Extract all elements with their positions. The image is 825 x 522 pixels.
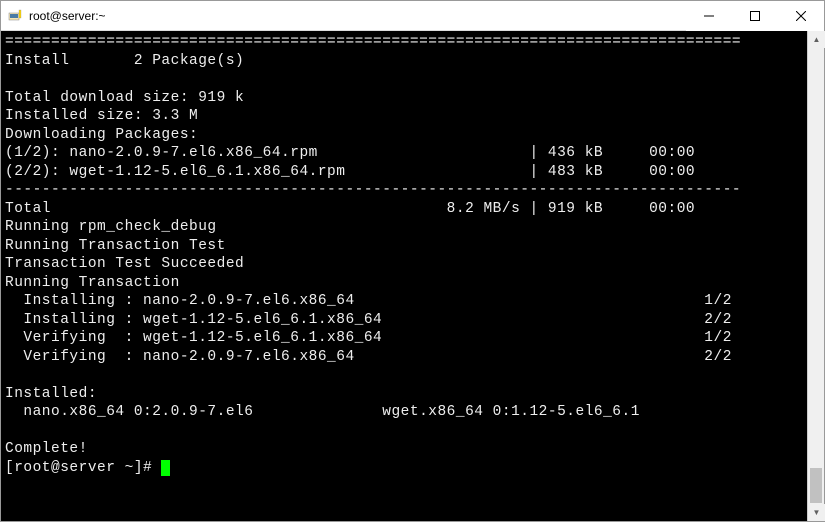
- complete: Complete!: [5, 441, 88, 457]
- downloading-packages: Downloading Packages:: [5, 127, 198, 143]
- maximize-button[interactable]: [732, 1, 778, 31]
- cursor-block: [161, 460, 170, 476]
- separator-line: ========================================…: [5, 34, 741, 50]
- prompt: [root@server ~]#: [5, 460, 161, 476]
- scrollbar-track[interactable]: [808, 48, 824, 504]
- rpm-check-debug: Running rpm_check_debug: [5, 219, 217, 235]
- scrollbar[interactable]: ▲ ▼: [807, 31, 824, 521]
- running-transaction: Running Transaction: [5, 275, 180, 291]
- scrollbar-thumb[interactable]: [810, 468, 822, 503]
- scrollbar-down-arrow[interactable]: ▼: [808, 504, 825, 521]
- titlebar-left: root@server:~: [7, 8, 106, 24]
- terminal-window: root@server:~ ==========================…: [0, 0, 825, 522]
- terminal-area: ========================================…: [1, 31, 824, 521]
- installing-1: Installing : nano-2.0.9-7.el6.x86_64 1/2: [5, 293, 732, 309]
- installed-header: Installed:: [5, 386, 97, 402]
- package-2: (2/2): wget-1.12-5.el6_6.1.x86_64.rpm | …: [5, 164, 695, 180]
- separator-dash: ----------------------------------------…: [5, 182, 741, 198]
- verifying-1: Verifying : wget-1.12-5.el6_6.1.x86_64 1…: [5, 330, 732, 346]
- installing-2: Installing : wget-1.12-5.el6_6.1.x86_64 …: [5, 312, 732, 328]
- total-download-size: Total download size: 919 k: [5, 90, 244, 106]
- transaction-succeeded: Transaction Test Succeeded: [5, 256, 244, 272]
- putty-icon: [7, 8, 23, 24]
- installed-packages: nano.x86_64 0:2.0.9-7.el6 wget.x86_64 0:…: [5, 404, 640, 420]
- terminal-output[interactable]: ========================================…: [1, 31, 807, 521]
- install-header: Install 2 Package(s): [5, 53, 244, 69]
- total-line: Total 8.2 MB/s | 919 kB 00:00: [5, 201, 695, 217]
- package-1: (1/2): nano-2.0.9-7.el6.x86_64.rpm | 436…: [5, 145, 695, 161]
- scrollbar-up-arrow[interactable]: ▲: [808, 31, 825, 48]
- window-controls: [686, 1, 824, 30]
- installed-size: Installed size: 3.3 M: [5, 108, 198, 124]
- window-title: root@server:~: [29, 9, 106, 23]
- titlebar: root@server:~: [1, 1, 824, 31]
- transaction-test: Running Transaction Test: [5, 238, 226, 254]
- minimize-button[interactable]: [686, 1, 732, 31]
- verifying-2: Verifying : nano-2.0.9-7.el6.x86_64 2/2: [5, 349, 732, 365]
- close-button[interactable]: [778, 1, 824, 31]
